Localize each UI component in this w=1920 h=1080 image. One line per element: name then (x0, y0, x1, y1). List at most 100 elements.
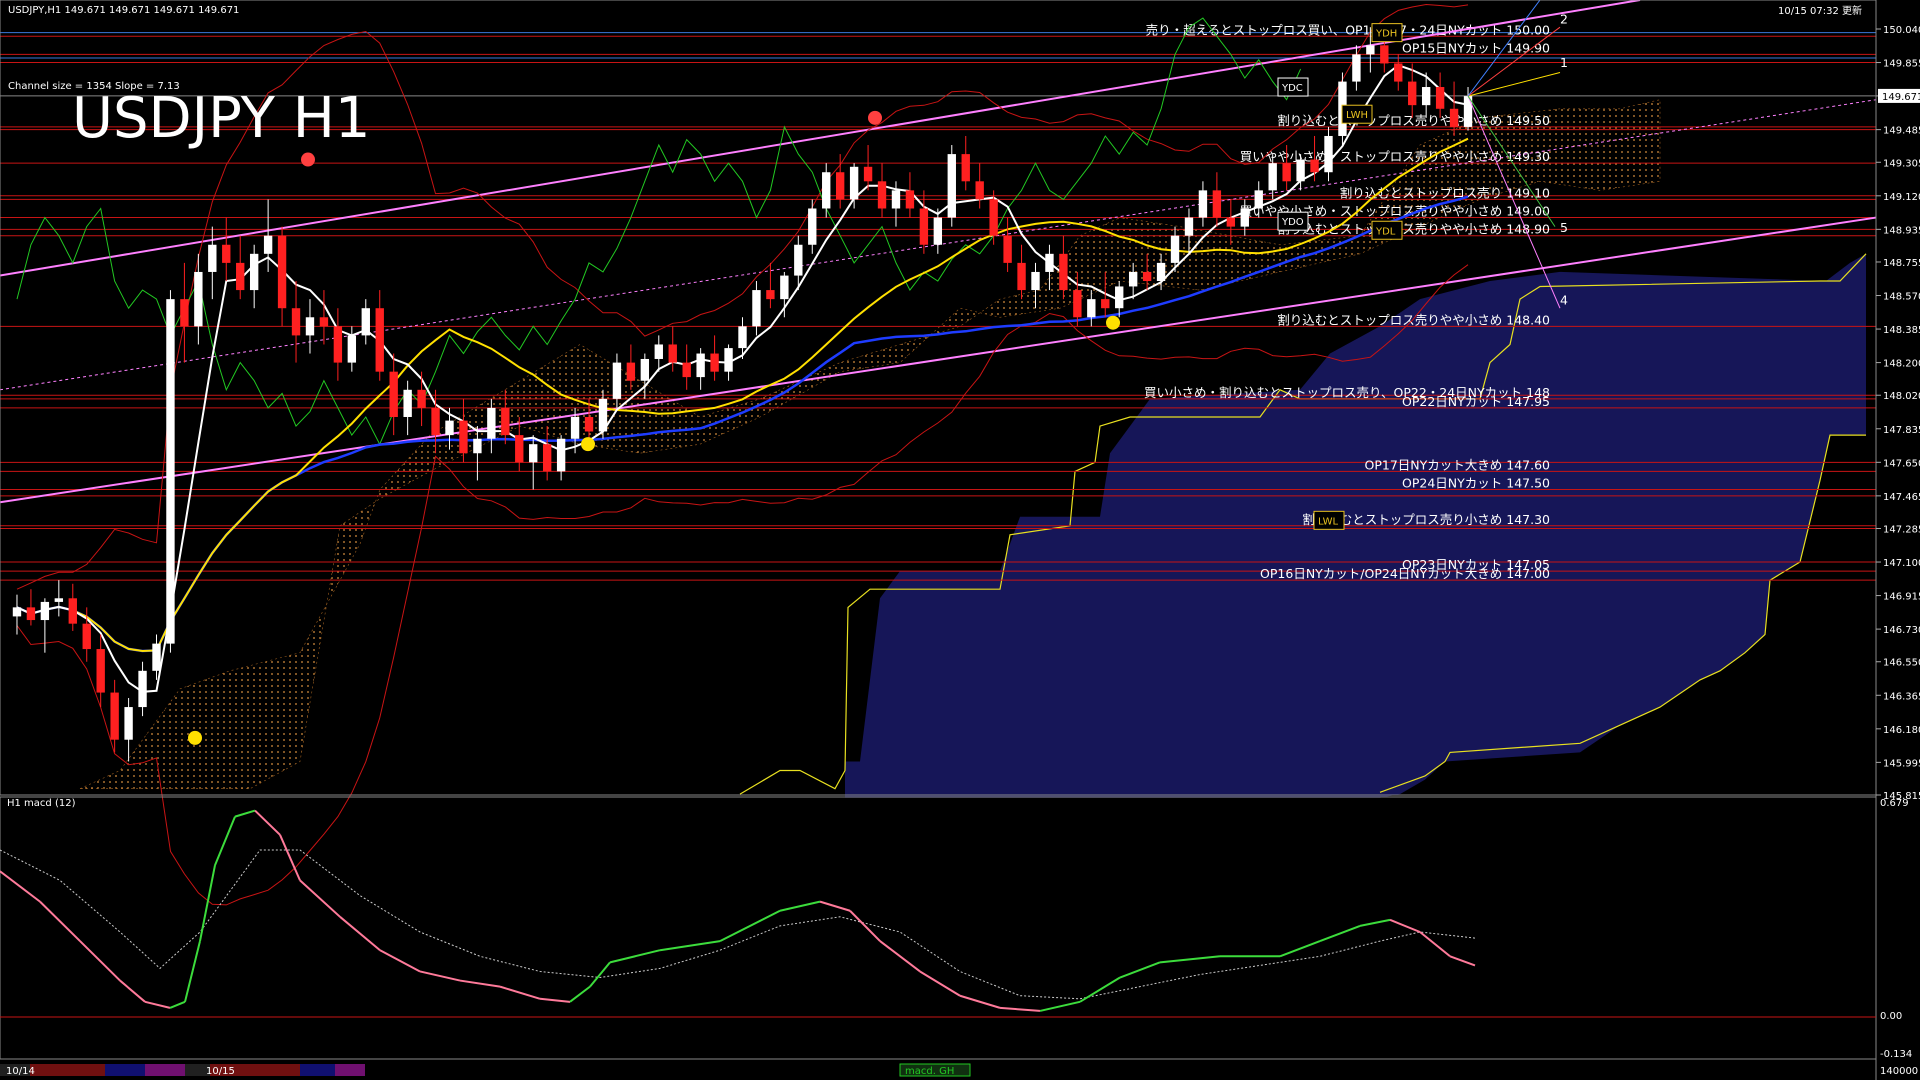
candle-bull (166, 299, 175, 644)
candle-bear (1435, 87, 1445, 109)
price-tick-label: 146.915 (1883, 592, 1920, 603)
candle-bull (724, 348, 733, 372)
candle-bear (277, 235, 287, 309)
candle-bear (1073, 290, 1082, 318)
candle-bear (68, 598, 77, 624)
candle-bull (529, 444, 538, 463)
projection-label: 4 (1560, 293, 1568, 308)
macd-axis-bottom: -0.134 (1880, 1049, 1912, 1060)
candle-bear (515, 435, 524, 463)
macd-segment (379, 949, 421, 973)
macd-segment (234, 809, 256, 818)
candle-bull (640, 358, 650, 381)
level-label: 割り込むとストップロス売りやや小さめ 148.90 (1277, 222, 1550, 237)
candle-bear (291, 308, 301, 336)
candle-bull (263, 235, 273, 254)
candle-bull (738, 326, 747, 349)
price-tick-label: 148.935 (1883, 225, 1920, 236)
pivot-marker (301, 152, 315, 167)
level-label: OP24日NYカット 147.50 (1402, 476, 1550, 491)
candle-bear (961, 154, 970, 182)
big-title: USDJPY H1 (72, 86, 370, 151)
candle-bull (752, 290, 761, 327)
price-tick-label: 145.995 (1883, 758, 1920, 769)
candle-bull (208, 244, 217, 272)
box-label-lwh: LWH (1346, 110, 1368, 121)
candle-bull (12, 607, 22, 617)
timeline-segment (145, 1064, 185, 1076)
macd-signal (0, 849, 1476, 1000)
candle-bull (1156, 262, 1166, 282)
price-tick-label: 148.570 (1883, 292, 1920, 303)
macd-segment (659, 940, 721, 952)
price-tick-label: 146.180 (1883, 725, 1920, 736)
bottom-right-value: 140000 (1880, 1066, 1918, 1077)
current-price-label: 149.671 (1882, 92, 1920, 103)
candle-bull (361, 308, 370, 336)
macd-segment (999, 1006, 1041, 1012)
candle-bear (1003, 235, 1012, 263)
price-tick-label: 148.755 (1883, 258, 1920, 269)
projection-label: 2 (1560, 12, 1568, 27)
candle-bear (417, 389, 426, 408)
macd-segment (1359, 918, 1391, 927)
candle-bull (808, 208, 817, 245)
candle-bull (487, 407, 496, 439)
macd-segment (339, 916, 381, 951)
macd-segment (214, 816, 236, 866)
macd-segment (1159, 955, 1221, 964)
macd-segment (254, 809, 281, 836)
timeline-segment (335, 1064, 365, 1076)
candle-bear (389, 371, 398, 417)
macd-segment (459, 979, 501, 988)
pivot-marker (188, 730, 202, 745)
candle-bull (152, 643, 161, 671)
candle-bull (138, 670, 147, 708)
pivot-marker (868, 110, 882, 125)
candle-bull (556, 438, 566, 472)
candle-bear (1449, 108, 1459, 127)
chart-canvas: 売り・超えるとストップロス買い、OP16・17・24日NYカット 150.00O… (0, 0, 1920, 1080)
candle-bull (1031, 271, 1040, 291)
macd-segment (569, 985, 591, 1003)
candle-bear (1212, 190, 1222, 218)
box-label-ydo: YDO (1281, 217, 1304, 228)
candle-bull (1324, 135, 1333, 173)
candle-bear (710, 353, 719, 372)
candle-bear (26, 607, 36, 621)
macd-segment (1389, 918, 1421, 933)
macd-segment (0, 870, 41, 903)
candle-bull (54, 598, 64, 602)
candle-bear (375, 308, 384, 372)
candle-bear (431, 407, 440, 436)
macd-axis-zero: 0.00 (1880, 1011, 1902, 1022)
price-tick-label: 148.020 (1883, 391, 1920, 402)
candle-bear (110, 692, 119, 740)
level-label: OP15日NYカット 149.90 (1402, 40, 1550, 55)
timeline-segment (300, 1064, 335, 1076)
candle-bull (780, 275, 789, 300)
macd-axis-top: 0.679 (1880, 798, 1909, 809)
candle-bull (249, 253, 259, 291)
level-label: OP17日NYカット大きめ 147.60 (1365, 457, 1551, 472)
candle-bull (1115, 286, 1124, 309)
macd-segment (589, 961, 611, 988)
candle-bull (654, 344, 663, 359)
price-tick-label: 149.855 (1883, 59, 1920, 70)
candle-bull (849, 166, 859, 200)
level-label: OP22日NYカット 147.95 (1402, 394, 1550, 409)
candle-bear (1408, 81, 1417, 106)
candle-bear (905, 190, 915, 209)
candle-bear (1101, 299, 1110, 309)
candle-bear (919, 208, 929, 245)
macd-segment (779, 900, 821, 912)
candle-bull (1296, 159, 1305, 182)
candle-bear (1059, 253, 1068, 291)
macd-segment (1279, 940, 1321, 958)
candle-bear (542, 444, 552, 472)
timeline-segment (105, 1064, 145, 1076)
candle-bear (1380, 45, 1389, 64)
macd-segment (919, 970, 961, 997)
candle-bear (1017, 262, 1026, 291)
candle-bear (626, 362, 636, 381)
